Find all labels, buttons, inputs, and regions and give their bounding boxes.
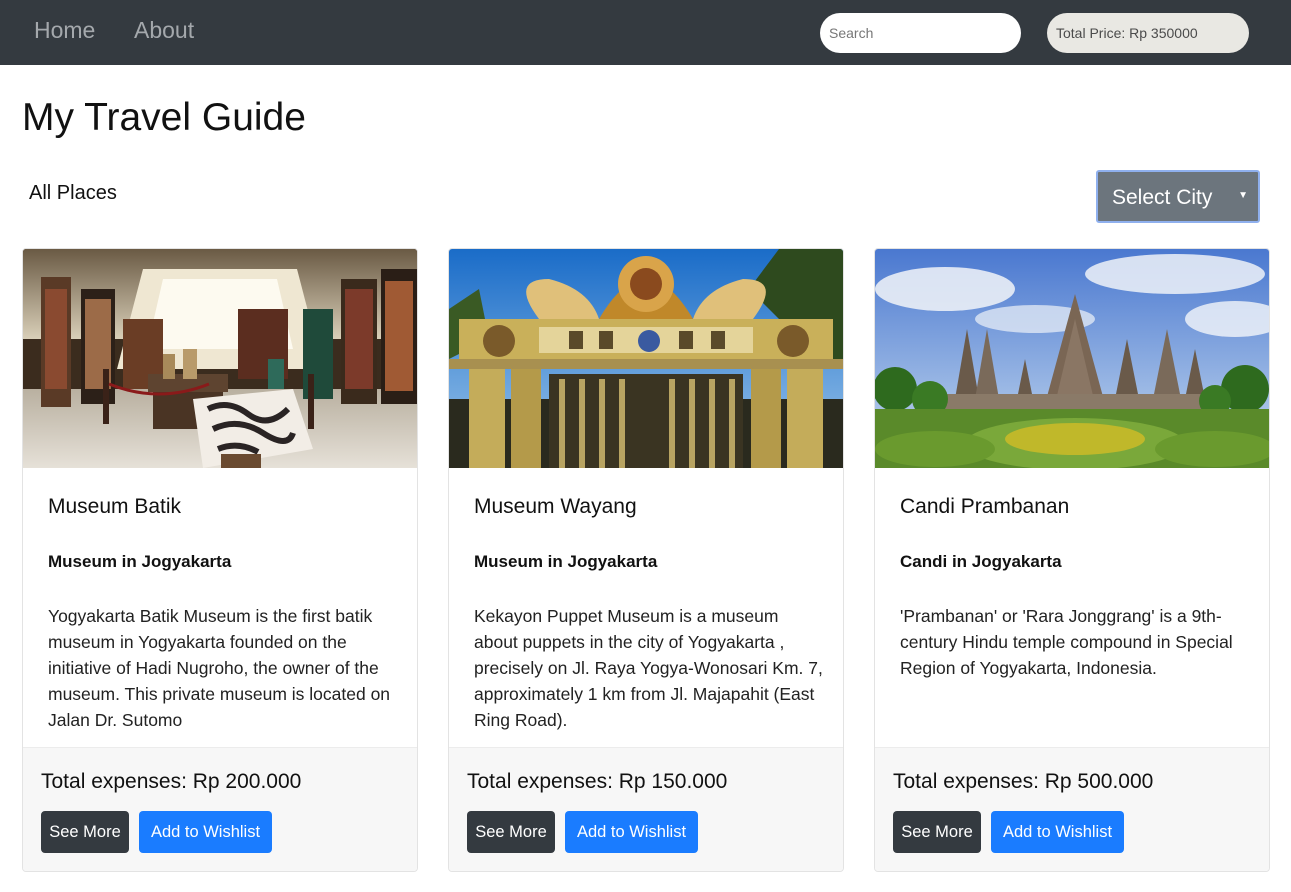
navbar: Home About Total Price: Rp 350000 bbox=[0, 0, 1291, 65]
add-to-wishlist-button[interactable]: Add to Wishlist bbox=[991, 811, 1124, 853]
nav-link-home[interactable]: Home bbox=[34, 17, 95, 44]
place-image bbox=[23, 249, 417, 468]
place-title: Museum Batik bbox=[48, 495, 182, 518]
card-footer: Total expenses: Rp 200.000 See More Add … bbox=[23, 747, 417, 871]
city-select-value: Select City bbox=[1112, 186, 1213, 209]
page-title: My Travel Guide bbox=[22, 96, 306, 139]
see-more-button[interactable]: See More bbox=[893, 811, 981, 853]
card-footer: Total expenses: Rp 500.000 See More Add … bbox=[875, 747, 1269, 871]
place-description: Yogyakarta Batik Museum is the first bat… bbox=[48, 606, 391, 730]
add-to-wishlist-button[interactable]: Add to Wishlist bbox=[565, 811, 698, 853]
place-description: 'Prambanan' or 'Rara Jonggrang' is a 9th… bbox=[900, 606, 1233, 678]
place-title: Candi Prambanan bbox=[900, 495, 1070, 518]
place-subtitle: Candi in Jogyakarta bbox=[900, 552, 1062, 571]
place-subtitle: Museum in Jogyakarta bbox=[48, 552, 232, 571]
expense-total: Total expenses: Rp 150.000 bbox=[467, 770, 728, 793]
place-card: Museum Batik Museum in Jogyakarta Yogyak… bbox=[22, 248, 418, 872]
total-price-badge: Total Price: Rp 350000 bbox=[1047, 13, 1249, 53]
city-select[interactable]: Select City ▼ bbox=[1096, 170, 1260, 223]
card-footer: Total expenses: Rp 150.000 See More Add … bbox=[449, 747, 843, 871]
see-more-button[interactable]: See More bbox=[41, 811, 129, 853]
place-image bbox=[449, 249, 843, 468]
place-title: Museum Wayang bbox=[474, 495, 637, 518]
nav-link-about[interactable]: About bbox=[134, 17, 194, 44]
add-to-wishlist-button[interactable]: Add to Wishlist bbox=[139, 811, 272, 853]
place-image bbox=[875, 249, 1269, 468]
place-card: Museum Wayang Museum in Jogyakarta Kekay… bbox=[448, 248, 844, 872]
search-input[interactable] bbox=[820, 13, 1021, 53]
caret-down-icon: ▼ bbox=[1238, 190, 1248, 201]
expense-total: Total expenses: Rp 500.000 bbox=[893, 770, 1154, 793]
section-label: All Places bbox=[29, 182, 117, 204]
place-description: Kekayon Puppet Museum is a museum about … bbox=[474, 606, 823, 730]
expense-total: Total expenses: Rp 200.000 bbox=[41, 770, 302, 793]
see-more-button[interactable]: See More bbox=[467, 811, 555, 853]
place-subtitle: Museum in Jogyakarta bbox=[474, 552, 658, 571]
place-card: Candi Prambanan Candi in Jogyakarta 'Pra… bbox=[874, 248, 1270, 872]
